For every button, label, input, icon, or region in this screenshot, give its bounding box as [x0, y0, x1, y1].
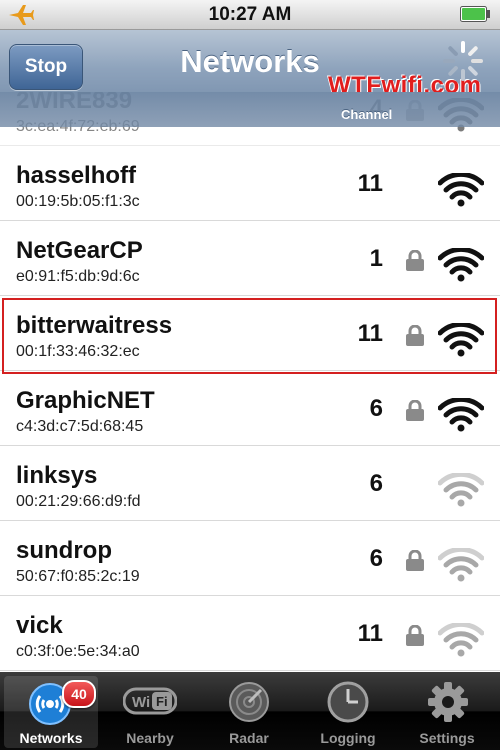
lock-icon — [405, 324, 425, 352]
wifi-signal-icon — [437, 396, 485, 437]
tab-label: Nearby — [126, 730, 174, 746]
wifi-logo-icon: Wi Fi — [122, 686, 178, 721]
network-mac-address: c0:3f:0e:5e:34:a0 — [16, 643, 140, 660]
radar-icon — [227, 680, 271, 729]
clock-icon — [326, 680, 370, 729]
tab-label: Settings — [419, 730, 475, 746]
network-channel: 1 — [369, 245, 383, 272]
tab-radar[interactable]: Radar — [202, 676, 296, 748]
network-mac-address: 00:19:5b:05:f1:3c — [16, 193, 140, 210]
wifi-signal-icon — [437, 546, 485, 587]
wifi-signal-icon — [437, 171, 485, 212]
activity-spinner-icon — [440, 38, 486, 89]
network-name: hasselhoff — [16, 162, 137, 189]
network-row[interactable]: NetGearCP e0:91:f5:db:9d:6c 1 — [0, 221, 500, 296]
wifi-signal-icon — [437, 246, 485, 287]
network-mac-address: 00:1f:33:46:32:ec — [16, 343, 140, 360]
lock-icon — [405, 624, 425, 652]
network-mac-address: 00:21:29:66:d9:fd — [16, 493, 141, 510]
networks-count-badge: 40 — [62, 680, 96, 708]
wifi-signal-icon — [437, 621, 485, 662]
network-name: sundrop — [16, 537, 112, 564]
svg-text:Wi: Wi — [132, 694, 150, 711]
tab-settings[interactable]: Settings — [400, 676, 494, 748]
network-row[interactable]: bitterwaitress 00:1f:33:46:32:ec 11 — [0, 296, 500, 371]
tab-label: Logging — [320, 730, 376, 746]
svg-text:Fi: Fi — [156, 694, 168, 709]
status-bar: 10:27 AM — [0, 0, 500, 30]
lock-icon — [405, 549, 425, 577]
network-row[interactable]: hasselhoff 00:19:5b:05:f1:3c 11 — [0, 146, 500, 221]
tab-networks[interactable]: 40 Networks — [4, 676, 98, 748]
channel-column-header: Channel — [341, 107, 393, 122]
network-name: linksys — [16, 462, 98, 489]
network-row[interactable]: sundrop 50:67:f0:85:2c:19 6 — [0, 521, 500, 596]
network-channel: 6 — [369, 395, 383, 422]
network-name: NetGearCP — [16, 237, 143, 264]
tab-label: Radar — [229, 730, 269, 746]
battery-icon — [460, 6, 490, 27]
network-channel: 11 — [357, 620, 383, 647]
tab-bar: 40 Networks Wi Fi Nearby Radar Logging S… — [0, 672, 500, 750]
network-row[interactable]: linksys 00:21:29:66:d9:fd 6 — [0, 446, 500, 521]
network-mac-address: 50:67:f0:85:2c:19 — [16, 568, 140, 585]
network-mac-address: e0:91:f5:db:9d:6c — [16, 268, 140, 285]
lock-icon — [405, 249, 425, 277]
network-channel: 6 — [369, 470, 383, 497]
gear-icon — [426, 680, 470, 729]
nav-bar-lower — [0, 92, 500, 127]
network-mac-address: c4:3d:c7:5d:68:45 — [16, 418, 144, 435]
network-name: bitterwaitress — [16, 312, 173, 339]
network-list[interactable]: 2WIRE8393c:ea:4f:72:eb:694hasselhoff00:1… — [0, 92, 500, 672]
network-row[interactable]: vick c0:3f:0e:5e:34:a0 11 — [0, 596, 500, 671]
network-name: vick — [16, 612, 63, 639]
network-channel: 11 — [357, 320, 383, 347]
network-name: GraphicNET — [16, 387, 155, 414]
lock-icon — [405, 399, 425, 427]
wifi-signal-icon — [437, 471, 485, 512]
tab-logging[interactable]: Logging — [301, 676, 395, 748]
tab-nearby[interactable]: Wi Fi Nearby — [103, 676, 197, 748]
status-time: 10:27 AM — [208, 4, 292, 25]
wifi-signal-icon — [437, 321, 485, 362]
network-row[interactable]: GraphicNET c4:3d:c7:5d:68:45 6 — [0, 371, 500, 446]
tab-label: Networks — [19, 730, 83, 746]
network-channel: 6 — [369, 545, 383, 572]
network-channel: 11 — [357, 170, 383, 197]
